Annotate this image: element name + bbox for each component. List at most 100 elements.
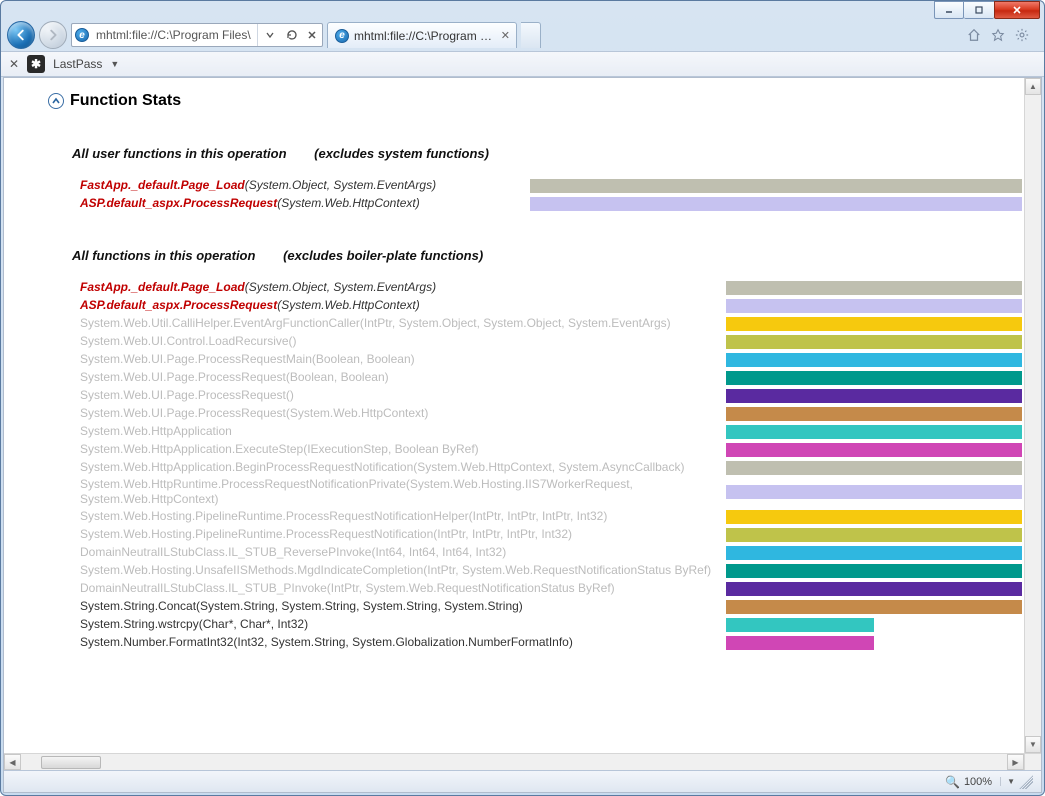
- function-name[interactable]: System.Web.HttpApplication: [80, 424, 716, 439]
- function-bar: [726, 636, 874, 650]
- function-name[interactable]: DomainNeutralILStubClass.IL_STUB_Reverse…: [80, 545, 716, 560]
- browser-tab[interactable]: e mhtml:file://C:\Program Fil... ✕: [327, 22, 517, 48]
- new-tab-button[interactable]: [521, 22, 541, 48]
- function-name[interactable]: System.Web.HttpApplication.ExecuteStep(I…: [80, 442, 716, 457]
- function-row: System.Web.HttpRuntime.ProcessRequestNot…: [80, 477, 1022, 507]
- function-name[interactable]: System.String.Concat(System.String, Syst…: [80, 599, 716, 614]
- tab-title: mhtml:file://C:\Program Fil...: [354, 29, 497, 43]
- home-icon[interactable]: [966, 27, 982, 43]
- lastpass-label[interactable]: LastPass: [53, 57, 102, 71]
- function-name[interactable]: ASP.default_aspx.ProcessRequest(System.W…: [80, 298, 716, 313]
- window-minimize-button[interactable]: [934, 1, 964, 19]
- function-bar-cell: [726, 317, 1022, 331]
- function-name[interactable]: System.Web.UI.Page.ProcessRequest(Boolea…: [80, 370, 716, 385]
- function-row: System.Web.Util.CalliHelper.EventArgFunc…: [80, 315, 1022, 332]
- function-bar-cell: [726, 443, 1022, 457]
- function-name[interactable]: FastApp._default.Page_Load(System.Object…: [80, 178, 520, 193]
- lastpass-icon[interactable]: ✱: [27, 55, 45, 73]
- function-bar: [726, 353, 1022, 367]
- function-bar: [726, 528, 1022, 542]
- tab-close-button[interactable]: ✕: [501, 29, 510, 42]
- function-name[interactable]: System.Web.Hosting.UnsafeIISMethods.MgdI…: [80, 563, 716, 578]
- function-bar: [726, 461, 1022, 475]
- zoom-dropdown[interactable]: ▼: [1000, 777, 1015, 786]
- function-name[interactable]: ASP.default_aspx.ProcessRequest(System.W…: [80, 196, 520, 211]
- window-maximize-button[interactable]: [964, 1, 994, 19]
- function-name[interactable]: System.Web.HttpRuntime.ProcessRequestNot…: [80, 477, 716, 507]
- refresh-button[interactable]: [282, 24, 302, 46]
- address-input[interactable]: [92, 28, 257, 42]
- function-row: DomainNeutralILStubClass.IL_STUB_Reverse…: [80, 544, 1022, 561]
- function-bar-cell: [726, 281, 1022, 295]
- function-bar: [530, 179, 1022, 193]
- scroll-left-button[interactable]: ◀: [4, 754, 21, 770]
- function-name[interactable]: System.Web.HttpApplication.BeginProcessR…: [80, 460, 716, 475]
- tab-favicon: e: [334, 28, 350, 44]
- function-name[interactable]: System.Web.UI.Page.ProcessRequest(System…: [80, 406, 716, 421]
- browser-window: e e mhtml:file://C:\Program Fil... ✕: [0, 0, 1045, 796]
- function-row: System.Web.Hosting.PipelineRuntime.Proce…: [80, 508, 1022, 525]
- function-name[interactable]: System.Web.Hosting.PipelineRuntime.Proce…: [80, 509, 716, 524]
- lastpass-dropdown[interactable]: ▼: [110, 59, 119, 69]
- function-bar-cell: [726, 600, 1022, 614]
- function-row: System.String.Concat(System.String, Syst…: [80, 598, 1022, 615]
- function-row: System.String.wstrcpy(Char*, Char*, Int3…: [80, 616, 1022, 633]
- function-name[interactable]: System.Web.Util.CalliHelper.EventArgFunc…: [80, 316, 716, 331]
- function-bar-cell: [530, 179, 1022, 193]
- horizontal-scroll-thumb[interactable]: [41, 756, 101, 769]
- page-favicon: e: [72, 28, 92, 42]
- function-bar-cell: [726, 546, 1022, 560]
- function-bar: [726, 546, 1022, 560]
- function-bar-cell: [726, 582, 1022, 596]
- function-bar-cell: [726, 485, 1022, 499]
- settings-icon[interactable]: [1014, 27, 1030, 43]
- stop-button[interactable]: [302, 24, 322, 46]
- function-bar: [726, 389, 1022, 403]
- extbar-close-button[interactable]: ✕: [9, 57, 19, 71]
- function-name[interactable]: System.Web.Hosting.PipelineRuntime.Proce…: [80, 527, 716, 542]
- function-name[interactable]: FastApp._default.Page_Load(System.Object…: [80, 280, 716, 295]
- user-functions-table: FastApp._default.Page_Load(System.Object…: [44, 177, 1022, 212]
- scroll-up-button[interactable]: ▲: [1025, 78, 1041, 95]
- vertical-scrollbar[interactable]: ▲ ▼: [1024, 78, 1041, 753]
- scroll-right-button[interactable]: ▶: [1007, 754, 1024, 770]
- window-caption: [1, 1, 1044, 19]
- function-bar: [726, 443, 1022, 457]
- window-close-button[interactable]: [994, 1, 1040, 19]
- navigation-bar: e e mhtml:file://C:\Program Fil... ✕: [1, 19, 1044, 51]
- favorites-icon[interactable]: [990, 27, 1006, 43]
- content-area: Function Stats All user functions in thi…: [3, 77, 1042, 793]
- function-name[interactable]: DomainNeutralILStubClass.IL_STUB_PInvoke…: [80, 581, 716, 596]
- address-dropdown-button[interactable]: [258, 24, 282, 46]
- function-name[interactable]: System.Number.FormatInt32(Int32, System.…: [80, 635, 716, 650]
- function-name[interactable]: System.String.wstrcpy(Char*, Char*, Int3…: [80, 617, 716, 632]
- function-bar: [530, 197, 1022, 211]
- all-functions-table: FastApp._default.Page_Load(System.Object…: [44, 279, 1022, 651]
- function-bar-cell: [726, 636, 1022, 650]
- forward-button[interactable]: [39, 21, 67, 49]
- function-bar: [726, 317, 1022, 331]
- collapse-icon[interactable]: [48, 93, 64, 109]
- function-row: System.Web.HttpApplication.ExecuteStep(I…: [80, 441, 1022, 458]
- function-row: System.Web.HttpApplication: [80, 423, 1022, 440]
- address-bar[interactable]: e: [71, 23, 323, 47]
- function-bar-cell: [726, 618, 1022, 632]
- function-row: FastApp._default.Page_Load(System.Object…: [80, 177, 1022, 194]
- function-name[interactable]: System.Web.UI.Page.ProcessRequestMain(Bo…: [80, 352, 716, 367]
- resize-grip[interactable]: [1019, 775, 1033, 789]
- horizontal-scrollbar[interactable]: ◀ ▶: [4, 753, 1024, 770]
- back-button[interactable]: [7, 21, 35, 49]
- function-bar-cell: [530, 197, 1022, 211]
- page-title: Function Stats: [70, 92, 181, 110]
- function-row: System.Web.UI.Control.LoadRecursive(): [80, 333, 1022, 350]
- page-body: Function Stats All user functions in thi…: [4, 78, 1024, 753]
- function-row: ASP.default_aspx.ProcessRequest(System.W…: [80, 297, 1022, 314]
- zoom-icon[interactable]: 🔍: [945, 775, 960, 789]
- function-row: System.Number.FormatInt32(Int32, System.…: [80, 634, 1022, 651]
- scroll-down-button[interactable]: ▼: [1025, 736, 1041, 753]
- section-all-functions-title: All functions in this operation (exclude…: [72, 248, 1022, 263]
- function-row: System.Web.UI.Page.ProcessRequest(System…: [80, 405, 1022, 422]
- function-name[interactable]: System.Web.UI.Control.LoadRecursive(): [80, 334, 716, 349]
- function-bar-cell: [726, 528, 1022, 542]
- function-name[interactable]: System.Web.UI.Page.ProcessRequest(): [80, 388, 716, 403]
